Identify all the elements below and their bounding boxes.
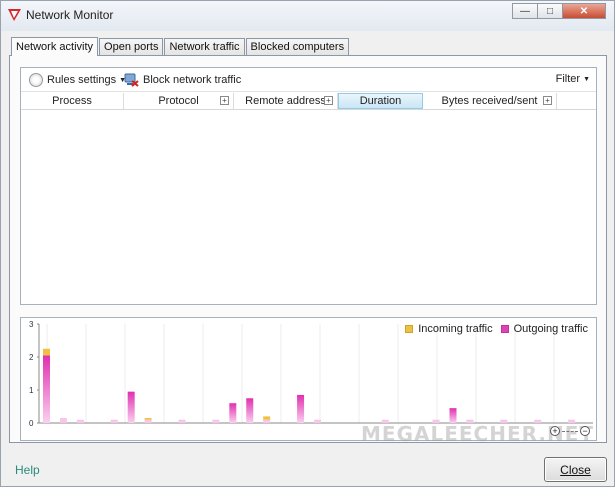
legend-outgoing: Outgoing traffic [500, 323, 588, 335]
legend-outgoing-label: Outgoing traffic [513, 323, 588, 335]
block-network-traffic-label: Block network traffic [143, 74, 242, 86]
y-tick-label: 3 [29, 320, 34, 329]
tab-network-activity[interactable]: Network activity [11, 37, 99, 56]
bar-outgoing [212, 419, 220, 423]
bar-outgoing [127, 391, 135, 423]
column-bytes[interactable]: Bytes received/sent + [423, 93, 557, 109]
minimize-icon[interactable]: — [512, 3, 538, 19]
column-bytes-label: Bytes received/sent [441, 95, 538, 107]
app-logo-icon [8, 9, 21, 21]
bar-outgoing [59, 418, 67, 423]
window-title: Network Monitor [26, 8, 114, 22]
bar-incoming [43, 348, 50, 356]
tab-network-traffic[interactable]: Network traffic [164, 38, 245, 55]
close-button-label: Close [560, 462, 591, 477]
legend-incoming-label: Incoming traffic [418, 323, 493, 335]
column-protocol[interactable]: Protocol + [124, 93, 234, 109]
filter-button[interactable]: Filter ▼ [556, 73, 590, 85]
grid-header-row: Process Protocol + Remote address + Dura… [21, 93, 596, 110]
outgoing-swatch [500, 325, 509, 333]
bar-outgoing [246, 398, 254, 423]
column-protocol-label: Protocol [158, 95, 199, 107]
column-remote-address[interactable]: Remote address + [234, 93, 338, 109]
bar-outgoing [314, 419, 321, 423]
close-button[interactable]: Close [544, 457, 607, 482]
y-tick-label: 2 [29, 353, 34, 362]
column-remote-address-label: Remote address [245, 95, 326, 107]
traffic-chart: 0123 Incoming traffic Outgoing traffic M… [20, 317, 597, 446]
chart-legend: Incoming traffic Outgoing traffic [397, 323, 588, 335]
network-activity-panel: Rules settings ▼ Block network traffic F… [9, 55, 607, 446]
bar-outgoing [178, 419, 186, 423]
connections-grid: Rules settings ▼ Block network traffic F… [20, 67, 597, 305]
column-process[interactable]: Process [21, 93, 124, 109]
expand-bytes-icon[interactable]: + [543, 96, 552, 105]
bar-outgoing [144, 419, 152, 423]
network-monitor-window: Network Monitor — □ ✕ Network activity O… [0, 0, 615, 487]
column-duration[interactable]: Duration [338, 93, 423, 109]
column-process-label: Process [52, 95, 92, 107]
tab-blocked-computers[interactable]: Blocked computers [245, 38, 350, 55]
bar-outgoing [263, 419, 271, 423]
bar-outgoing [76, 419, 84, 423]
rules-settings-label: Rules settings [47, 74, 117, 86]
y-tick-label: 0 [29, 419, 34, 428]
bar-outgoing [43, 355, 50, 423]
expand-remote-address-icon[interactable]: + [324, 96, 333, 105]
zoom-out-icon[interactable]: − [580, 426, 590, 436]
close-icon[interactable]: ✕ [562, 3, 606, 19]
bar-outgoing [229, 403, 237, 423]
bar-incoming [263, 416, 271, 420]
tab-open-ports[interactable]: Open ports [99, 38, 164, 55]
window-controls: — □ ✕ [512, 3, 606, 21]
title-bar: Network Monitor — □ ✕ [1, 1, 614, 31]
zoom-controls: + − [550, 426, 590, 436]
bar-outgoing [110, 419, 118, 423]
column-duration-label: Duration [359, 95, 402, 107]
filter-label: Filter [555, 73, 581, 85]
block-network-traffic-button[interactable]: Block network traffic [124, 73, 241, 87]
block-traffic-icon [124, 73, 139, 87]
rules-gear-icon [29, 73, 43, 87]
bar-incoming [144, 418, 152, 420]
expand-protocol-icon[interactable]: + [220, 96, 229, 105]
tab-bar: Network activity Open ports Network traf… [11, 37, 350, 56]
y-tick-label: 1 [29, 386, 34, 395]
incoming-swatch [405, 325, 414, 333]
help-link[interactable]: Help [15, 463, 40, 477]
filter-chevron-down-icon: ▼ [583, 75, 590, 83]
zoom-slider-track[interactable] [562, 430, 578, 432]
zoom-in-icon[interactable]: + [550, 426, 560, 436]
bar-outgoing [297, 394, 305, 423]
grid-toolbar: Rules settings ▼ Block network traffic F… [21, 68, 596, 92]
rules-settings-button[interactable]: Rules settings ▼ [29, 73, 126, 87]
legend-incoming: Incoming traffic [405, 323, 493, 335]
maximize-icon[interactable]: □ [537, 3, 563, 19]
bar-outgoing [449, 408, 457, 423]
